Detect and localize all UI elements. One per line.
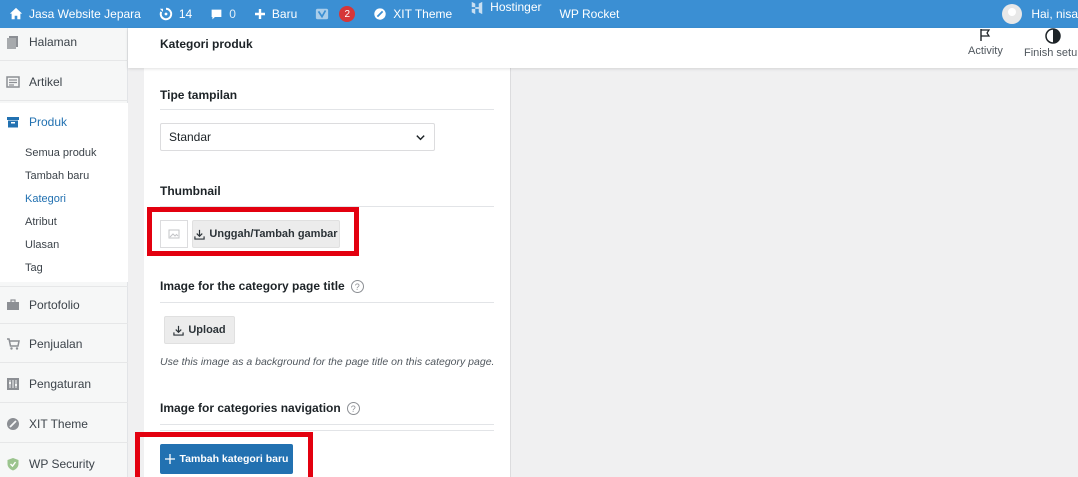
sidebar-item-portofolio[interactable]: Portofolio xyxy=(0,286,128,324)
display-type-value: Standar xyxy=(169,130,212,144)
portfolio-icon xyxy=(7,299,19,310)
finish-setup-button[interactable]: Finish setup xyxy=(1024,28,1078,59)
xit-theme-label: XIT Theme xyxy=(393,7,453,21)
products-icon xyxy=(7,117,19,128)
avatar[interactable] xyxy=(1002,4,1023,24)
admin-sidebar: Halaman Artikel Produk Semua produk Tamb… xyxy=(0,28,128,477)
submenu-ulasan[interactable]: Ulasan xyxy=(25,239,59,251)
sidebar-item-label: WP Security xyxy=(29,457,95,471)
updates-icon xyxy=(159,7,172,21)
highlight-box-thumbnail xyxy=(147,207,359,256)
submenu-semua-produk[interactable]: Semua produk xyxy=(25,147,97,159)
greeting[interactable]: Hai, nisa xyxy=(1031,7,1078,21)
sidebar-item-label: Artikel xyxy=(29,74,63,89)
divider xyxy=(160,430,494,431)
wp-rocket-link[interactable]: WP Rocket xyxy=(551,0,629,28)
comments-link[interactable]: 0 xyxy=(201,0,245,28)
cart-icon xyxy=(7,337,20,350)
half-circle-icon xyxy=(1045,28,1061,44)
finish-setup-label: Finish setup xyxy=(1024,47,1078,59)
activity-button[interactable]: Activity xyxy=(968,28,1003,57)
page-title: Kategori produk xyxy=(160,37,253,51)
new-content-link[interactable]: Baru xyxy=(245,0,306,28)
sidebar-item-label: Produk xyxy=(29,115,68,129)
sidebar-item-produk[interactable]: Produk xyxy=(0,103,128,141)
divider xyxy=(160,302,494,303)
display-type-select[interactable]: Standar xyxy=(160,123,435,151)
sidebar-item-wp-security[interactable]: WP Security xyxy=(0,445,128,477)
submenu-atribut[interactable]: Atribut xyxy=(25,216,57,228)
sidebar-item-label: Portofolio xyxy=(29,298,80,312)
sidebar-item-xit-theme[interactable]: XIT Theme xyxy=(0,405,128,443)
nav-image-label: Image for categories navigation xyxy=(160,401,341,415)
shield-icon xyxy=(7,458,19,471)
category-form-panel: Tipe tampilan Standar Thumbnail Unggah/T… xyxy=(144,68,511,477)
xit-theme-icon xyxy=(374,8,386,20)
page-title-image-label: Image for the category page title xyxy=(160,279,345,293)
activity-label: Activity xyxy=(968,45,1003,57)
plus-icon xyxy=(254,9,265,19)
pages-icon xyxy=(7,35,18,49)
seo-plugin-icon xyxy=(316,8,329,20)
divider xyxy=(160,424,494,425)
page-title-image-description: Use this image as a background for the p… xyxy=(160,356,495,368)
display-type-label: Tipe tampilan xyxy=(160,88,238,102)
xit-theme-icon xyxy=(7,417,19,430)
divider xyxy=(160,109,494,110)
help-icon[interactable]: ? xyxy=(350,280,364,294)
site-name: Jasa Website Jepara xyxy=(29,7,141,21)
comments-count: 0 xyxy=(229,7,236,21)
sidebar-item-penjualan[interactable]: Penjualan xyxy=(0,325,128,363)
updates-count: 14 xyxy=(178,7,193,21)
produk-submenu: Semua produk Tambah baru Kategori Atribu… xyxy=(0,140,128,282)
seo-menu[interactable]: 2 xyxy=(306,0,364,28)
sidebar-item-pengaturan[interactable]: Pengaturan xyxy=(0,365,128,403)
sidebar-item-label: XIT Theme xyxy=(29,416,88,431)
hostinger-icon xyxy=(471,1,483,15)
seo-notification-badge: 2 xyxy=(339,6,356,22)
admin-bar: Jasa Website Jepara 14 0 Baru 2 XIT Them… xyxy=(0,0,1078,28)
posts-icon xyxy=(6,75,20,88)
hostinger-link[interactable]: Hostinger xyxy=(461,0,550,28)
upload-label: Upload xyxy=(188,324,226,336)
help-icon[interactable]: ? xyxy=(346,402,360,416)
chevron-down-icon xyxy=(416,135,425,141)
updates-link[interactable]: 14 xyxy=(150,0,201,28)
sidebar-item-label: Halaman xyxy=(29,34,78,49)
home-icon xyxy=(9,7,23,20)
xit-theme-link[interactable]: XIT Theme xyxy=(364,0,461,28)
header-bar: Kategori produk Activity Finish setup xyxy=(128,28,1078,68)
flag-icon xyxy=(980,29,991,41)
settings-icon xyxy=(7,377,19,390)
sidebar-item-artikel[interactable]: Artikel xyxy=(0,63,128,101)
wp-rocket-label: WP Rocket xyxy=(559,7,620,21)
submenu-kategori[interactable]: Kategori xyxy=(25,193,66,205)
sidebar-item-label: Penjualan xyxy=(29,336,83,351)
sidebar-item-label: Pengaturan xyxy=(29,376,92,391)
sidebar-item-halaman[interactable]: Halaman xyxy=(0,23,128,61)
upload-button[interactable]: Upload xyxy=(164,316,235,344)
nav-image-heading: Image for categories navigation? xyxy=(160,401,360,416)
new-label: Baru xyxy=(271,7,298,21)
thumbnail-label: Thumbnail xyxy=(160,184,221,198)
comment-icon xyxy=(211,9,222,19)
download-icon xyxy=(173,325,185,336)
page-title-image-heading: Image for the category page title? xyxy=(160,279,364,294)
submenu-tambah-baru[interactable]: Tambah baru xyxy=(25,170,89,182)
highlight-box-submit xyxy=(135,432,313,477)
submenu-tag[interactable]: Tag xyxy=(25,262,43,274)
hostinger-label: Hostinger xyxy=(490,0,542,14)
